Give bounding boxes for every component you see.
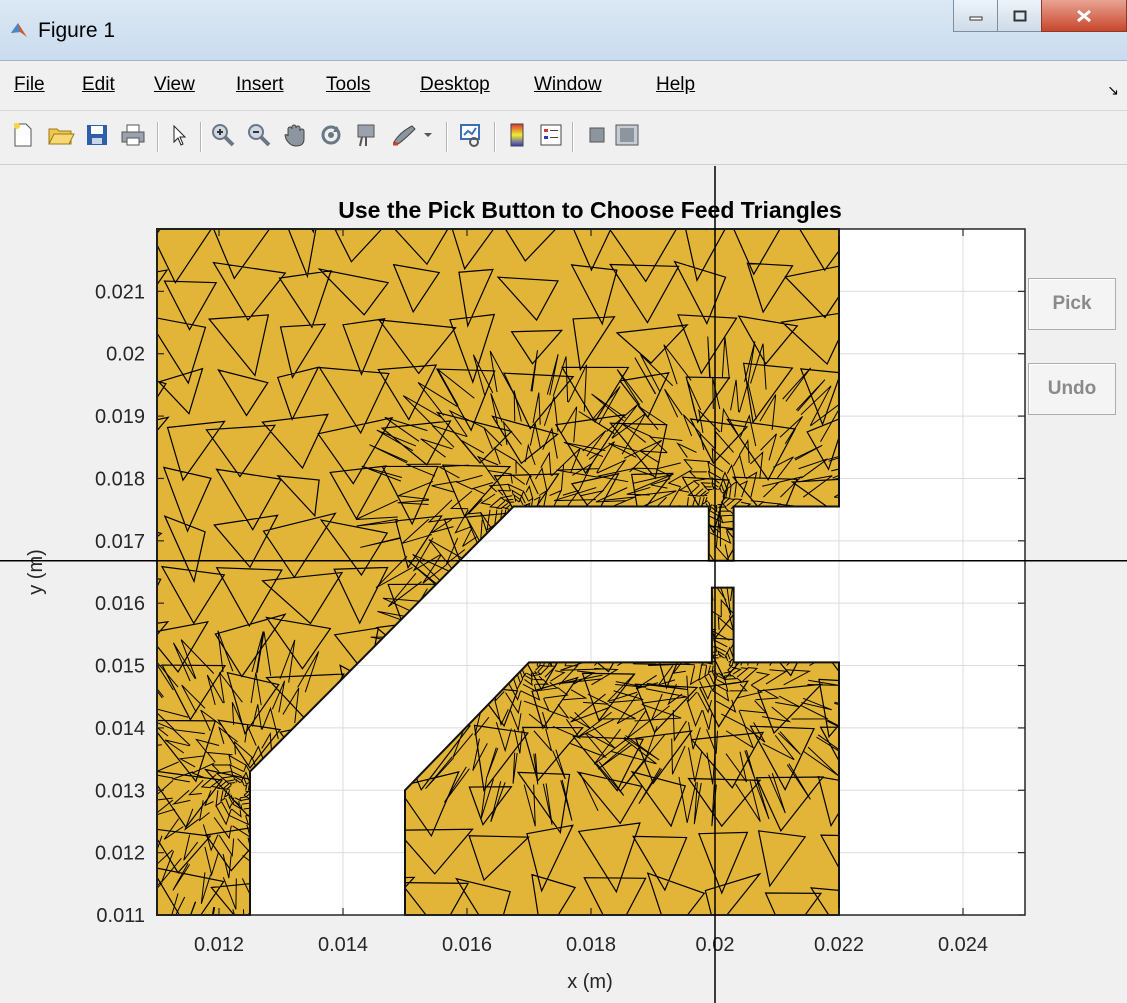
menu-label: Insert	[236, 74, 284, 95]
y-tick-label: 0.013	[95, 780, 145, 802]
show-plot-tools-icon[interactable]	[612, 120, 642, 150]
menu-tools[interactable]: Tools	[326, 74, 370, 96]
window-titlebar: Figure 1	[0, 0, 1127, 61]
data-cursor-icon[interactable]	[352, 120, 382, 150]
menu-bar: File Edit View Insert Tools Desktop Wind…	[0, 62, 1127, 111]
minimize-button[interactable]	[953, 0, 998, 32]
figure-toolbar	[0, 112, 1127, 165]
y-tick-label: 0.019	[95, 406, 145, 428]
x-tick-label: 0.016	[442, 934, 492, 956]
save-icon[interactable]	[82, 120, 112, 150]
undo-button[interactable]: Undo	[1028, 363, 1116, 415]
menu-label: Help	[656, 74, 696, 95]
menu-label: Tools	[326, 74, 371, 95]
x-tick-label: 0.024	[938, 934, 988, 956]
colorbar-icon[interactable]	[502, 120, 532, 150]
y-tick-label: 0.015	[95, 656, 145, 678]
zoom-in-icon[interactable]	[208, 120, 238, 150]
new-figure-icon[interactable]	[8, 120, 38, 150]
legend-icon[interactable]	[536, 120, 566, 150]
plot-title: Use the Pick Button to Choose Feed Trian…	[338, 197, 842, 223]
window-title: Figure 1	[38, 19, 116, 42]
x-axis-label: x (m)	[567, 971, 613, 993]
menu-label: Edit	[82, 74, 115, 95]
menu-file[interactable]: File	[14, 74, 45, 96]
x-tick-label: 0.014	[318, 934, 368, 956]
pointer-icon[interactable]	[164, 120, 194, 150]
menu-label: File	[14, 74, 45, 95]
menu-help[interactable]: Help	[656, 74, 695, 96]
y-tick-label: 0.011	[96, 905, 145, 927]
y-tick-label: 0.018	[95, 468, 145, 490]
x-tick-label: 0.022	[814, 934, 864, 956]
maximize-button[interactable]	[997, 0, 1042, 32]
y-tick-label: 0.012	[95, 843, 145, 865]
y-tick-label: 0.016	[95, 593, 145, 615]
brush-dropdown-icon[interactable]	[420, 120, 436, 150]
axes-plot[interactable]: Use the Pick Button to Choose Feed Trian…	[0, 166, 1127, 1003]
menu-edit[interactable]: Edit	[82, 74, 115, 96]
menu-label: View	[154, 74, 195, 95]
print-icon[interactable]	[118, 120, 148, 150]
close-button[interactable]	[1041, 0, 1127, 32]
menu-label: Window	[534, 74, 602, 95]
link-plot-icon[interactable]	[456, 120, 486, 150]
dock-arrow-icon[interactable]: ↘	[1107, 82, 1119, 99]
menu-insert[interactable]: Insert	[236, 74, 284, 96]
brush-icon[interactable]	[390, 120, 420, 150]
maximize-icon	[1013, 10, 1026, 21]
y-tick-label: 0.014	[95, 718, 145, 740]
y-tick-label: 0.017	[95, 531, 145, 553]
close-icon	[1077, 9, 1091, 22]
matlab-logo-icon	[11, 23, 27, 37]
y-tick-label: 0.02	[106, 344, 145, 366]
y-axis-label: y (m)	[25, 549, 47, 595]
menu-label: Desktop	[420, 74, 490, 95]
figure-canvas[interactable]: Use the Pick Button to Choose Feed Trian…	[0, 166, 1127, 1003]
pick-button[interactable]: Pick	[1028, 278, 1116, 330]
rotate-3d-icon[interactable]	[316, 120, 346, 150]
minimize-icon	[969, 16, 982, 20]
zoom-out-icon[interactable]	[244, 120, 274, 150]
menu-view[interactable]: View	[154, 74, 195, 96]
x-tick-label: 0.012	[194, 934, 244, 956]
hide-plot-tools-icon[interactable]	[582, 120, 612, 150]
open-file-icon[interactable]	[46, 120, 76, 150]
pan-icon[interactable]	[280, 120, 310, 150]
x-tick-label: 0.018	[566, 934, 616, 956]
menu-window[interactable]: Window	[534, 74, 602, 96]
y-tick-label: 0.021	[95, 281, 145, 303]
menu-desktop[interactable]: Desktop	[420, 74, 490, 96]
